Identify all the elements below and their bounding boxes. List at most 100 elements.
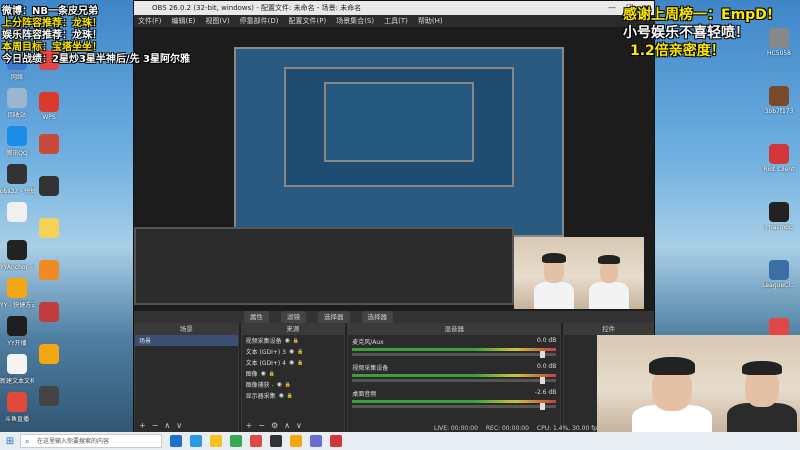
taskbar-app-icon[interactable] [270,435,282,447]
source-item[interactable]: 图像 ◉ 🔒 [242,368,345,379]
taskbar-app-icon[interactable] [250,435,262,447]
source-item[interactable]: 文本 (GDI+) 3 ◉ 🔒 [242,346,345,357]
mixer-channel-row: 桌面音频 -2.6 dB [352,389,556,398]
desktop-icon[interactable]: WPS [32,92,66,121]
remove-icon[interactable]: − [152,421,159,430]
volume-slider[interactable] [352,377,557,384]
taskbar-app-icon[interactable] [190,435,202,447]
lock-icon[interactable]: 🔒 [287,393,293,399]
taskbar-search-input[interactable]: 在这里输入你要搜索的内容 [20,434,162,449]
desktop-icon-label: obs32 - 快捷方式 [0,188,34,195]
desktop-icon[interactable] [32,134,66,156]
toolbar-button[interactable]: 属性 [244,311,269,323]
volume-slider-knob[interactable] [540,351,545,358]
obs-titlebar[interactable]: OBS 26.0.2 (32-bit, windows) - 配置文件: 未命名… [134,1,654,15]
obs-title: OBS 26.0.2 (32-bit, windows) - 配置文件: 未命名… [152,4,362,12]
app-icon [7,316,27,336]
toolbar-button[interactable]: 选择器 [318,311,350,323]
desktop-icon[interactable] [32,218,66,240]
remove-icon[interactable]: − [258,421,265,430]
volume-slider[interactable] [352,351,557,358]
menu-item[interactable]: 停靠部件(D) [240,15,279,27]
down-icon[interactable]: ∨ [296,421,302,430]
app-icon [39,302,59,322]
minimize-icon[interactable]: — [608,1,616,15]
up-icon[interactable]: ∧ [284,421,290,430]
mixer-channel-level: -2.6 dB [534,389,557,396]
desktop-icon-label: 3bb7f173 [764,108,794,115]
taskbar-app-icon[interactable] [170,435,182,447]
volume-slider-knob[interactable] [540,377,545,384]
lock-icon[interactable]: 🔒 [297,360,303,366]
menu-item[interactable]: 编辑(E) [172,15,196,27]
app-icon [7,354,27,374]
taskbar-app-icon[interactable] [310,435,322,447]
add-icon[interactable]: + [139,421,146,430]
windows-start-icon[interactable]: ⊞ [0,436,20,447]
desktop-icon[interactable]: 腾讯QQ [0,126,34,157]
desktop-icon[interactable]: LeagueCl... [762,260,796,289]
mixer-channel-row: 麦克风/Aux 0.0 dB [352,337,556,346]
eye-icon[interactable]: ◉ [277,381,282,388]
overlay-thanks: 感谢上周榜一：EmpD! [623,7,774,23]
add-icon[interactable]: + [246,421,253,430]
source-label: 文本 (GDI+) 3 [245,349,286,356]
desktop-icon[interactable] [32,260,66,282]
status-item: CPU: 1.4%, 30.00 fps [536,425,601,432]
lock-icon[interactable]: 🔒 [297,349,303,355]
desktop-icon-label: Phasmop [765,224,793,231]
taskbar-app-icon[interactable] [330,435,342,447]
eye-icon[interactable]: ◉ [285,337,290,344]
obs-preview[interactable] [134,27,654,311]
scene-item[interactable]: 场景 [135,335,238,346]
eye-icon[interactable]: ◉ [289,348,294,355]
desktop-icon[interactable] [32,176,66,198]
desktop-icon[interactable] [32,386,66,408]
desktop-icon[interactable]: 斗鱼直播 [0,392,34,423]
toolbar-button[interactable]: 选择器 [361,311,393,323]
app-icon [39,344,59,364]
app-icon [39,176,59,196]
taskbar-app-icon[interactable] [290,435,302,447]
desktop-icon[interactable]: obs32 - 快捷方式 [0,164,34,195]
eye-icon[interactable]: ◉ [279,392,284,399]
menu-item[interactable]: 帮助(H) [418,15,443,27]
desktop-icon[interactable]: Phasmop [762,202,796,231]
desktop-icon-label: LeagueCl... [762,282,796,289]
menu-item[interactable]: 工具(T) [384,15,408,27]
desktop-icon[interactable]: YY开播 [0,316,34,347]
menu-item[interactable]: 文件(F) [138,15,162,27]
eye-icon[interactable]: ◉ [261,370,266,377]
desktop-icon-label: YYAnchor - 快捷方式 [0,264,34,271]
desktop-icon[interactable]: 3bb7f173 [762,86,796,115]
desktop-icon[interactable]: Riot Client [762,144,796,173]
up-icon[interactable]: ∧ [164,421,170,430]
source-item[interactable]: 图像捕获 - ◉ 🔒 [242,379,345,390]
desktop-icon[interactable] [32,344,66,366]
source-item[interactable]: 文本 (GDI+) 4 ◉ 🔒 [242,357,345,368]
desktop-icon[interactable]: YYAnchor - 快捷方式 [0,240,34,271]
desktop-icon[interactable] [32,302,66,324]
taskbar-app-icon[interactable] [210,435,222,447]
desktop-icon[interactable]: YY - 快捷方式 [0,278,34,309]
gear-icon[interactable]: ⚙ [271,421,278,430]
eye-icon[interactable]: ◉ [289,359,294,366]
desktop-icon[interactable] [0,202,34,224]
volume-slider-knob[interactable] [540,403,545,410]
taskbar-app-icon[interactable] [230,435,242,447]
lock-icon[interactable]: 🔒 [293,338,299,344]
lock-icon[interactable]: 🔒 [285,382,291,388]
source-item[interactable]: 显示器采集 ◉ 🔒 [242,390,345,401]
lock-icon[interactable]: 🔒 [269,371,275,377]
desktop-icon[interactable]: 新建文本文档 [0,354,34,385]
down-icon[interactable]: ∨ [176,421,182,430]
menu-item[interactable]: 视图(V) [205,15,229,27]
volume-slider[interactable] [352,403,557,410]
desktop-icon[interactable]: HC5058 [762,28,796,57]
desktop-icon[interactable]: 回收站 [0,88,34,119]
toolbar-button[interactable]: 滤镜 [281,311,306,323]
source-item[interactable]: 视频采集设备 ◉ 🔒 [242,335,345,346]
menu-item[interactable]: 场景集合(S) [336,15,374,27]
menu-item[interactable]: 配置文件(P) [289,15,327,27]
overlay-line: 今日战绩：2星炒3星半神后/先 3星阿尔雅 [2,54,191,65]
